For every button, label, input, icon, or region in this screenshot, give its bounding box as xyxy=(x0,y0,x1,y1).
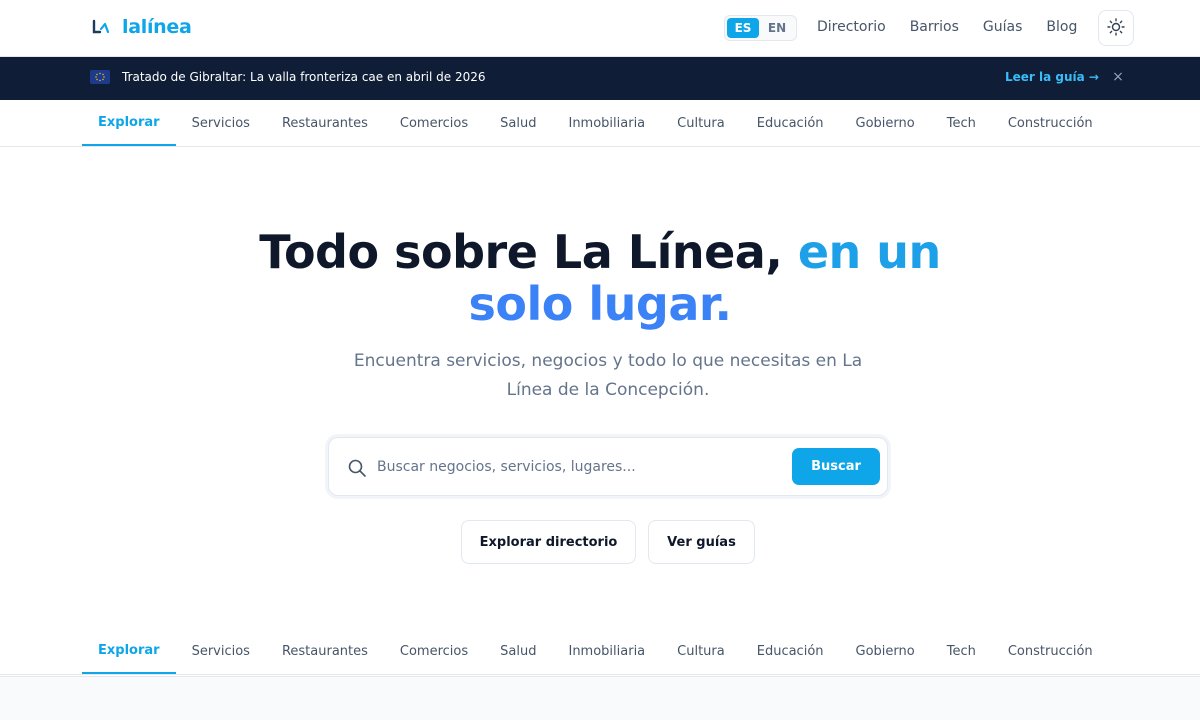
tab-construccion[interactable]: Construcción xyxy=(992,100,1109,146)
nav-barrios[interactable]: Barrios xyxy=(910,19,959,35)
tab-inmobiliaria[interactable]: Inmobiliaria xyxy=(552,100,661,146)
category-tabs-top: Explorar Servicios Restaurantes Comercio… xyxy=(0,100,1200,147)
tab-inmobiliaria[interactable]: Inmobiliaria xyxy=(552,628,661,674)
search-box: Buscar xyxy=(328,437,888,496)
read-guide-link[interactable]: Leer la guía → xyxy=(1005,70,1099,84)
tab-educacion[interactable]: Educación xyxy=(741,628,840,674)
tab-tech[interactable]: Tech xyxy=(931,100,992,146)
theme-toggle-button[interactable] xyxy=(1098,10,1134,46)
hero-title: Todo sobre La Línea, en un solo lugar. xyxy=(0,226,1200,330)
banner-text: Tratado de Gibraltar: La valla fronteriz… xyxy=(122,70,486,84)
sun-icon xyxy=(1107,17,1125,39)
nav-guias[interactable]: Guías xyxy=(983,19,1022,35)
announcement-banner: Tratado de Gibraltar: La valla fronteriz… xyxy=(0,57,1200,100)
tab-cultura[interactable]: Cultura xyxy=(661,100,741,146)
lang-en-button[interactable]: EN xyxy=(761,18,793,38)
search-input[interactable] xyxy=(377,452,787,482)
tab-comercios[interactable]: Comercios xyxy=(384,100,484,146)
tab-salud[interactable]: Salud xyxy=(484,628,552,674)
logo-mark-icon xyxy=(90,16,112,38)
close-icon[interactable]: × xyxy=(1110,67,1126,87)
logo-text: lalínea xyxy=(122,16,192,38)
tab-restaurantes[interactable]: Restaurantes xyxy=(266,100,384,146)
top-nav: Directorio Barrios Guías Blog xyxy=(817,19,1077,35)
view-guides-button[interactable]: Ver guías xyxy=(648,520,755,564)
search-icon xyxy=(347,458,367,478)
tab-tech[interactable]: Tech xyxy=(931,628,992,674)
category-tabs-bottom: Explorar Servicios Restaurantes Comercio… xyxy=(0,628,1200,675)
hero-subtitle: Encuentra servicios, negocios y todo lo … xyxy=(353,351,863,400)
hero-title-accent-2: solo lugar. xyxy=(468,277,732,331)
tab-explorar[interactable]: Explorar xyxy=(82,628,176,674)
hero-title-main: Todo sobre La Línea, xyxy=(259,225,783,279)
tab-gobierno[interactable]: Gobierno xyxy=(840,100,931,146)
nav-blog[interactable]: Blog xyxy=(1046,19,1077,35)
hero-title-accent-1: en un xyxy=(797,225,941,279)
content-section-start xyxy=(0,676,1200,720)
tab-salud[interactable]: Salud xyxy=(484,100,552,146)
lang-es-button[interactable]: ES xyxy=(727,18,759,38)
nav-directorio[interactable]: Directorio xyxy=(817,19,886,35)
language-switcher: ES EN xyxy=(724,15,797,41)
eu-flag-icon xyxy=(90,70,110,84)
tab-servicios[interactable]: Servicios xyxy=(176,100,266,146)
tab-explorar[interactable]: Explorar xyxy=(82,100,176,146)
tab-restaurantes[interactable]: Restaurantes xyxy=(266,628,384,674)
search-button[interactable]: Buscar xyxy=(792,448,880,485)
explore-directory-button[interactable]: Explorar directorio xyxy=(461,520,636,564)
tab-cultura[interactable]: Cultura xyxy=(661,628,741,674)
tab-educacion[interactable]: Educación xyxy=(741,100,840,146)
tab-construccion[interactable]: Construcción xyxy=(992,628,1109,674)
logo-link[interactable]: lalínea xyxy=(90,16,192,38)
tab-comercios[interactable]: Comercios xyxy=(384,628,484,674)
top-header: lalínea ES EN Directorio Barrios Guías B… xyxy=(0,0,1200,57)
tab-gobierno[interactable]: Gobierno xyxy=(840,628,931,674)
tab-servicios[interactable]: Servicios xyxy=(176,628,266,674)
